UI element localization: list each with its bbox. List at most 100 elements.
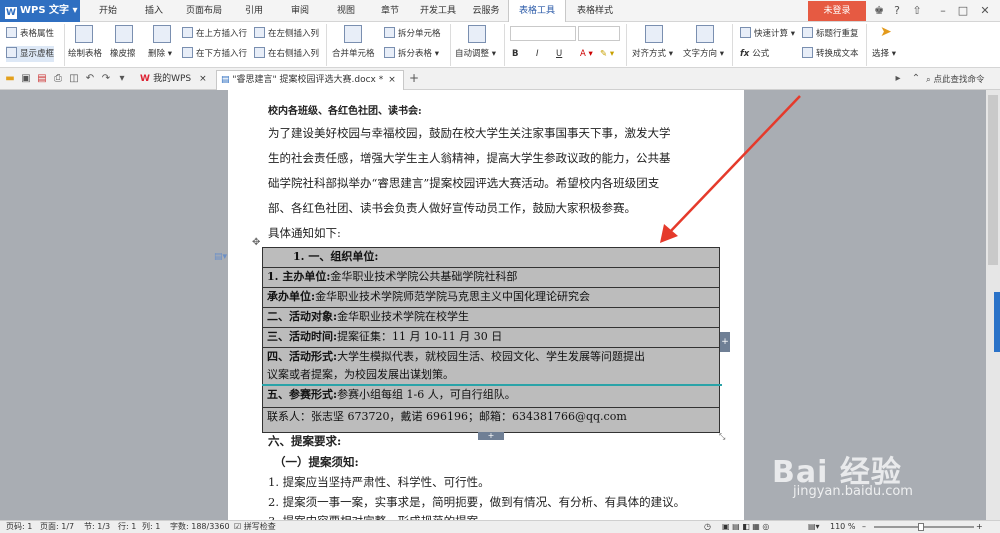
new-tab-icon[interactable]: + <box>408 72 420 84</box>
tab-home[interactable]: 开始 <box>86 0 130 22</box>
side-panel-toggle[interactable] <box>994 292 1000 352</box>
shirt-icon[interactable]: ♚ <box>872 4 886 18</box>
tab-section[interactable]: 章节 <box>368 0 412 22</box>
spell-check-button[interactable]: ☑ 拼写检查 <box>234 521 276 533</box>
table-row[interactable]: 三、活动时间:提案征集：11 月 10-11 月 30 日 <box>263 328 719 348</box>
text-direction-button[interactable]: 文字方向 ▾ <box>683 46 724 62</box>
body-paragraph-line: 础学院社科部拟举办“睿思建言”提案校园评选大赛活动。希望校内各班级团支 <box>268 176 660 190</box>
check-icon: ☑ <box>234 522 244 531</box>
table-row[interactable]: 四、活动形式:大学生模拟代表，就校园生活、校园文化、学生发展等问题提出 议案或者提… <box>263 348 719 386</box>
print-icon[interactable]: ⎙ <box>52 73 64 85</box>
convert-to-text-button[interactable]: 转换成文本 <box>802 46 859 62</box>
notice-table[interactable]: 1. 一、组织单位: 1. 主办单位:金华职业技术学院公共基础学院社科部 承办单… <box>262 247 720 433</box>
doc-tab-active[interactable]: ▤ "睿思建言" 提案校园评选大赛.docx * × <box>216 70 404 90</box>
body-paragraph-line: 为了建设美好校园与幸福校园，鼓励在校大学生关注家事国事天下事，激发大学 <box>268 126 671 140</box>
collapse-icon[interactable]: ⌃ <box>910 73 922 85</box>
draw-table-button[interactable]: 绘制表格 <box>68 46 102 62</box>
table-row[interactable]: 1. 主办单位:金华职业技术学院公共基础学院社科部 <box>263 268 719 288</box>
status-section: 节: 1/3 <box>84 522 111 531</box>
merge-cells-button[interactable]: 合并单元格 <box>332 46 375 62</box>
quick-calc-button[interactable]: 快速计算 ▾ <box>740 26 795 42</box>
split-table-button[interactable]: 拆分表格 ▾ <box>384 46 439 62</box>
select-button[interactable]: 选择 ▾ <box>872 46 896 62</box>
doc-tab-mywps[interactable]: W 我的WPS × <box>136 70 212 90</box>
preview-icon[interactable]: ◫ <box>68 73 80 85</box>
split-cell-button[interactable]: 拆分单元格 <box>384 26 441 42</box>
table-row[interactable]: 承办单位:金华职业技术学院师范学院马克思主义中国化理论研究会 <box>263 288 719 308</box>
row-below-icon <box>182 47 193 58</box>
tab-references[interactable]: 引用 <box>232 0 276 22</box>
zoom-level[interactable]: 110 % <box>830 521 855 533</box>
table-row[interactable]: 1. 一、组织单位: <box>263 248 719 268</box>
zoom-slider-knob[interactable] <box>918 523 924 531</box>
tab-view[interactable]: 视图 <box>324 0 368 22</box>
italic-button[interactable]: I <box>536 46 539 62</box>
help-icon[interactable]: ? <box>890 4 904 18</box>
cursor-select-icon: ➤ <box>880 24 892 40</box>
paragraph-marker-icon[interactable]: ▤▾ <box>214 252 227 262</box>
eraser-icon <box>115 25 133 43</box>
command-search[interactable]: ⌕ 点此查找命令 <box>926 73 984 85</box>
zoom-out-icon[interactable]: – <box>862 521 866 533</box>
font-name-select[interactable] <box>510 26 576 41</box>
repeat-header-icon <box>802 27 813 38</box>
app-menu-button[interactable]: W WPS 文字 ▾ <box>0 0 80 22</box>
bold-button[interactable]: B <box>512 46 518 62</box>
insert-col-right-button[interactable]: 在右侧插入列 <box>254 46 319 62</box>
status-word-count[interactable]: 字数: 188/3360 <box>170 521 230 533</box>
autofit-button[interactable]: 自动调整 ▾ <box>455 46 496 62</box>
redo-icon[interactable]: ↷ <box>100 73 112 85</box>
save-icon[interactable]: ▣ <box>20 73 32 85</box>
clock-icon[interactable]: ◷ <box>704 521 711 533</box>
close-tab-icon[interactable]: × <box>199 74 207 84</box>
tab-insert[interactable]: 插入 <box>132 0 176 22</box>
zoom-in-icon[interactable]: + <box>976 521 983 533</box>
align-button[interactable]: 对齐方式 ▾ <box>632 46 673 62</box>
tab-review[interactable]: 审阅 <box>278 0 322 22</box>
layout-icon[interactable]: ▤▾ <box>808 521 820 533</box>
doc-outline-icon[interactable]: ▸ <box>892 73 904 85</box>
tab-table-tools[interactable]: 表格工具 <box>508 0 566 23</box>
maximize-icon[interactable]: □ <box>956 4 970 18</box>
show-gridlines-button[interactable]: 显示虚框 <box>6 46 55 62</box>
table-move-handle-icon[interactable]: ✥ <box>252 237 260 248</box>
highlight-icon[interactable]: ✎ ▾ <box>600 46 614 62</box>
undo-icon[interactable]: ↶ <box>84 73 96 85</box>
table-properties-button[interactable]: 表格属性 <box>6 26 54 42</box>
minimize-icon[interactable]: – <box>936 4 950 18</box>
table-row[interactable]: 二、活动对象:金华职业技术学院在校学生 <box>263 308 719 328</box>
close-icon[interactable]: ✕ <box>978 4 992 18</box>
pdf-icon[interactable]: ▤ <box>36 73 48 85</box>
tab-cloud[interactable]: 云服务 <box>464 0 508 22</box>
view-mode-icon[interactable]: ▣ ▤ ◧ ▦ ◎ <box>722 521 769 533</box>
eraser-button[interactable]: 橡皮擦 <box>110 46 136 62</box>
add-row-icon[interactable]: + <box>478 432 504 440</box>
table-row[interactable]: 联系人：张志坚 673720，戴诺 696196；邮箱：634381766@qq… <box>263 408 719 432</box>
insert-row-above-button[interactable]: 在上方插入行 <box>182 26 247 42</box>
list-item: 1. 提案应当坚持严肃性、科学性、可行性。 <box>268 475 490 489</box>
font-color-icon[interactable]: A ▾ <box>580 46 593 62</box>
tab-page-layout[interactable]: 页面布局 <box>178 0 230 22</box>
delete-button[interactable]: 删除 ▾ <box>148 46 172 62</box>
repeat-header-button[interactable]: 标题行重复 <box>802 26 859 42</box>
add-column-icon[interactable]: + <box>720 332 730 352</box>
text-direction-icon <box>696 25 714 43</box>
table-resize-handle-icon[interactable]: ⤡ <box>719 432 725 442</box>
zoom-slider[interactable] <box>874 526 974 528</box>
insert-col-left-button[interactable]: 在左侧插入列 <box>254 26 319 42</box>
status-col: 列: 1 <box>142 522 161 531</box>
underline-button[interactable]: U <box>556 46 562 62</box>
upload-icon[interactable]: ⇧ <box>910 4 924 18</box>
font-size-select[interactable] <box>578 26 620 41</box>
scroll-thumb[interactable] <box>988 95 998 265</box>
formula-button[interactable]: fx 公式 <box>740 46 769 62</box>
insert-row-below-button[interactable]: 在下方插入行 <box>182 46 247 62</box>
login-button[interactable]: 未登录 <box>808 1 866 21</box>
open-folder-icon[interactable]: ▬ <box>4 73 16 85</box>
close-tab-icon[interactable]: × <box>388 75 396 85</box>
more-icon[interactable]: ▾ <box>116 73 128 85</box>
table-row[interactable]: 五、参赛形式:参赛小组每组 1-6 人，可自行组队。 <box>263 386 719 408</box>
tab-table-style[interactable]: 表格样式 <box>566 0 624 22</box>
tab-developer[interactable]: 开发工具 <box>414 0 462 22</box>
calc-icon <box>740 27 751 38</box>
